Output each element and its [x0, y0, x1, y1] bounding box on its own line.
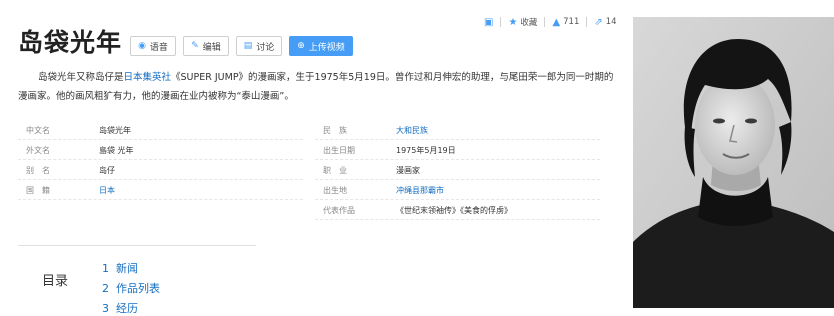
info-key: 职 业	[323, 166, 347, 175]
share-icon[interactable]: ⇗	[594, 17, 602, 28]
info-key: 国 籍	[26, 186, 50, 195]
discuss-button[interactable]: ▤ 讨论	[236, 36, 282, 56]
chat-icon: ▤	[243, 41, 253, 51]
info-row: 别 名 岛仔	[18, 160, 303, 180]
info-key: 外文名	[26, 146, 50, 155]
divider	[500, 17, 502, 27]
article-toolbar: ▣ ★ 收藏 ▲ 711 ⇗ 14	[484, 14, 617, 30]
info-value: 漫画家	[396, 166, 420, 175]
info-value-link[interactable]: 冲绳县那霸市	[396, 185, 444, 196]
upload-label: 上传视频	[308, 42, 345, 53]
info-value: 島袋 光年	[99, 146, 134, 155]
edit-button[interactable]: ✎ 编辑	[183, 36, 229, 56]
info-key: 民 族	[323, 126, 347, 135]
toc-item[interactable]: 1 新闻	[102, 260, 138, 276]
comment-icon[interactable]: ▣	[484, 17, 493, 28]
favorite-label[interactable]: 收藏	[520, 16, 537, 28]
info-value-link[interactable]: 大和民族	[396, 125, 428, 136]
info-value: 《世纪末领袖传》《美食的俘虏》	[396, 206, 512, 215]
toc-item[interactable]: 2 作品列表	[102, 280, 160, 296]
toc-item-number: 2	[102, 282, 109, 295]
toc-item-label: 新闻	[116, 262, 138, 275]
toc-item[interactable]: 3 经历	[102, 300, 138, 316]
info-row: 民 族 大和民族	[315, 120, 600, 140]
intro-link-shueisha[interactable]: 日本集英社	[124, 72, 172, 83]
info-value: 岛仔	[99, 166, 115, 175]
intro-paragraph: 岛袋光年又称岛仔是日本集英社《SUPER JUMP》的漫画家，生于1975年5月…	[18, 68, 618, 106]
page-title: 岛袋光年	[18, 28, 123, 57]
info-key: 出生地	[323, 186, 347, 195]
info-value: 1975年5月19日	[396, 146, 456, 155]
info-row: 国 籍 日本	[18, 180, 303, 200]
thumbs-up-icon[interactable]: ▲	[552, 17, 560, 28]
discuss-label: 讨论	[256, 42, 275, 53]
voice-button[interactable]: ◉ 语音	[130, 36, 176, 56]
info-key: 出生日期	[323, 146, 355, 155]
info-row: 出生地 冲绳县那霸市	[315, 180, 600, 200]
divider	[586, 17, 588, 27]
toc-label: 目录	[42, 274, 69, 289]
toc-item-number: 1	[102, 262, 109, 275]
toc-divider	[18, 245, 256, 246]
info-key: 中文名	[26, 126, 50, 135]
info-value: 岛袋光年	[99, 126, 131, 135]
info-row: 中文名 岛袋光年	[18, 120, 303, 140]
info-row: 外文名 島袋 光年	[18, 140, 303, 160]
divider	[544, 17, 546, 27]
info-row: 代表作品 《世纪末领袖传》《美食的俘虏》	[315, 200, 600, 220]
like-count[interactable]: 711	[563, 17, 579, 27]
toc-item-label: 经历	[116, 302, 138, 315]
upload-video-button[interactable]: ⊕ 上传视频	[289, 36, 353, 56]
portrait-photo[interactable]	[633, 17, 834, 308]
portrait-image	[633, 17, 834, 308]
toc-item-number: 3	[102, 302, 109, 315]
headphones-icon: ◉	[138, 41, 146, 51]
pencil-icon: ✎	[191, 41, 199, 51]
plus-circle-icon: ⊕	[297, 41, 305, 51]
share-count[interactable]: 14	[606, 17, 617, 27]
toc-item-label: 作品列表	[116, 282, 160, 295]
intro-text-1: 岛袋光年又称岛仔是	[38, 72, 124, 83]
info-row: 出生日期 1975年5月19日	[315, 140, 600, 160]
info-key: 代表作品	[323, 206, 355, 215]
info-key: 别 名	[26, 166, 50, 175]
info-row: 职 业 漫画家	[315, 160, 600, 180]
star-icon[interactable]: ★	[508, 17, 517, 28]
edit-label: 编辑	[202, 42, 221, 53]
info-value-link[interactable]: 日本	[99, 185, 115, 196]
voice-label: 语音	[149, 42, 168, 53]
